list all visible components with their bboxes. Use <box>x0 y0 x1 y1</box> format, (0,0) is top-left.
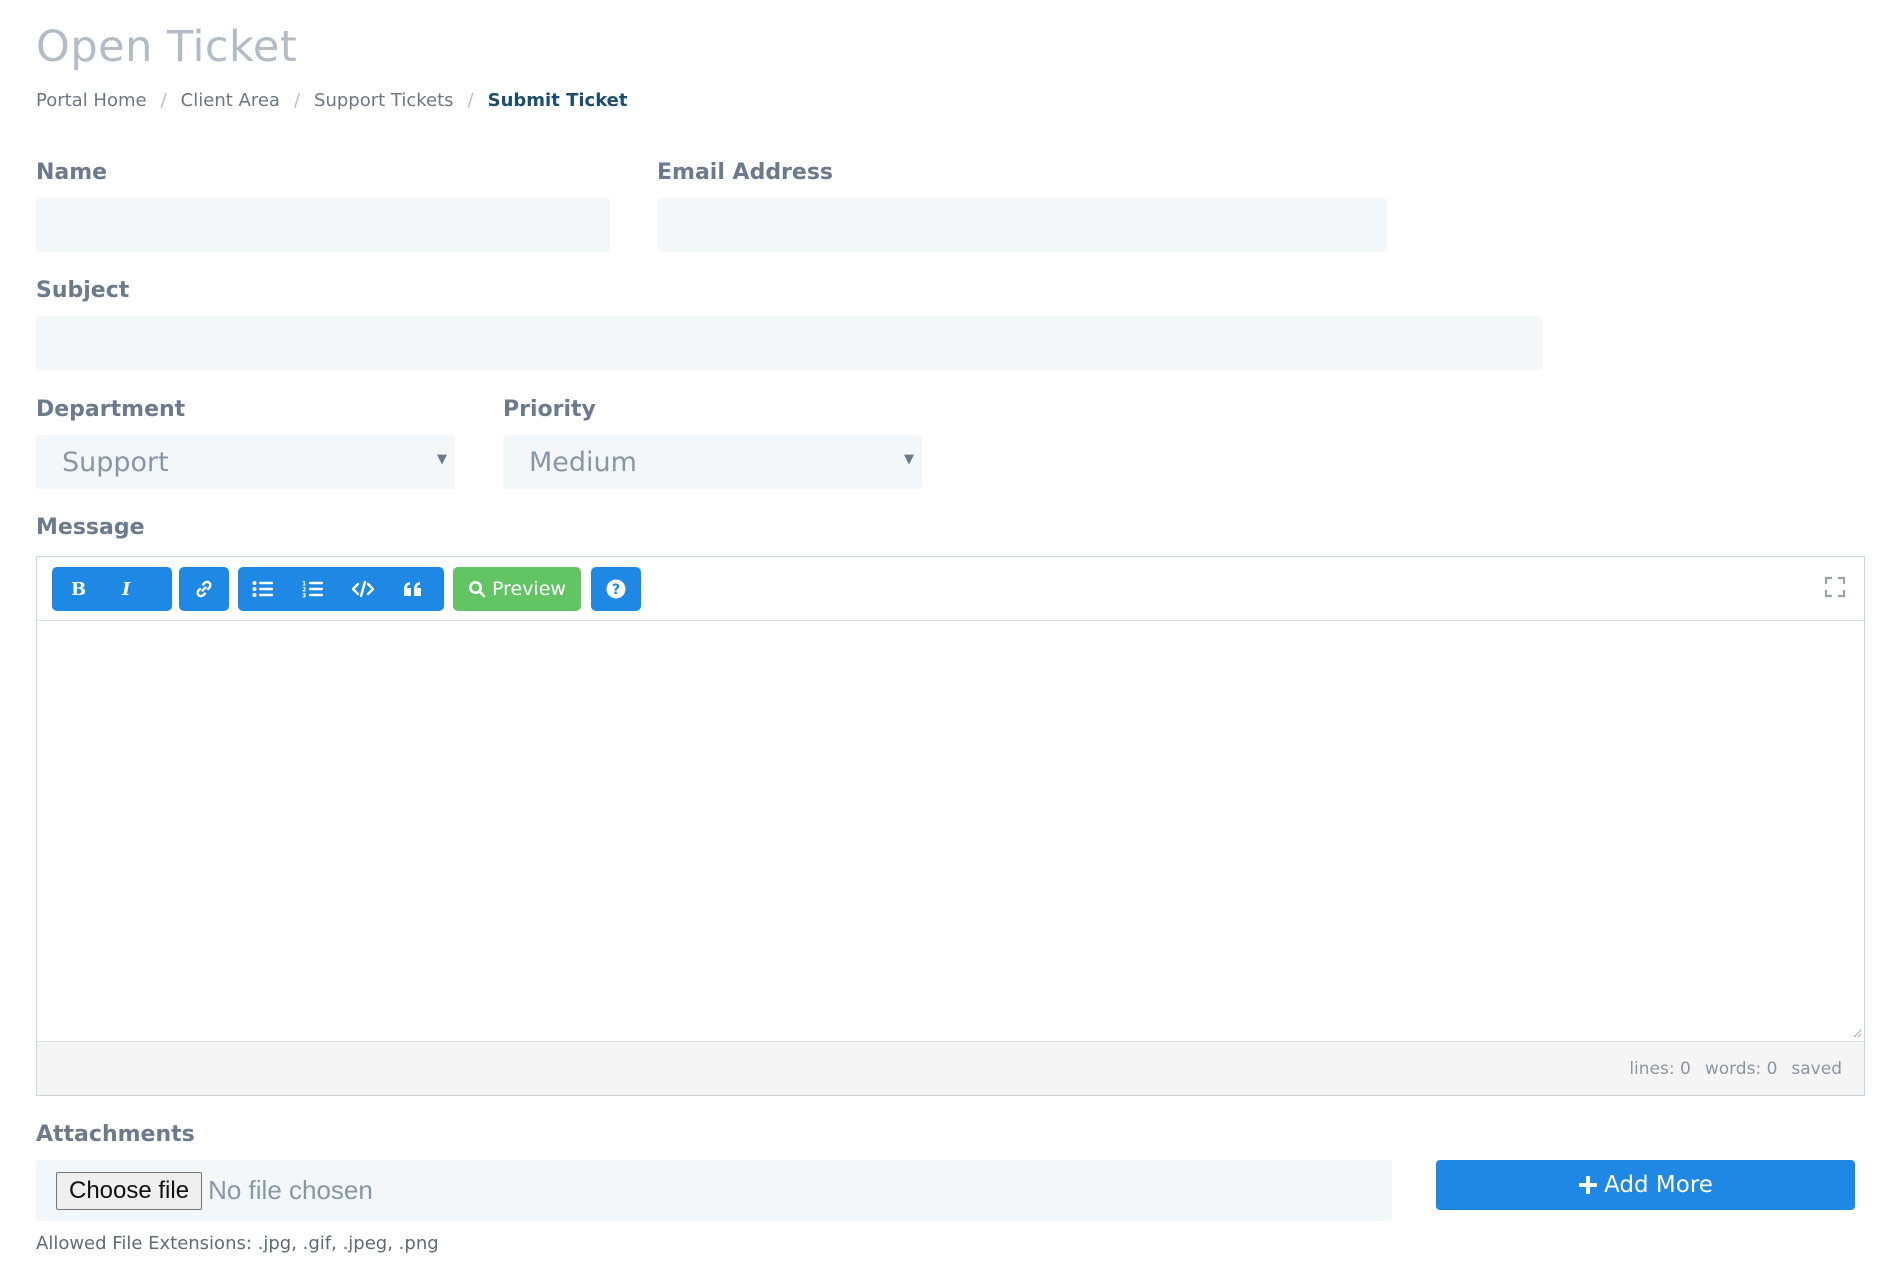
help-icon: ? <box>606 579 626 599</box>
priority-label: Priority <box>503 397 596 422</box>
breadcrumb: Portal Home / Client Area / Support Tick… <box>36 90 628 111</box>
breadcrumb-separator: / <box>293 90 301 111</box>
breadcrumb-support-tickets[interactable]: Support Tickets <box>314 90 454 111</box>
breadcrumb-separator: / <box>467 90 474 111</box>
svg-text:?: ? <box>612 582 620 598</box>
plus-icon <box>1579 1176 1598 1194</box>
preview-label: Preview <box>492 578 566 600</box>
editor-statusbar: lines: 0 words: 0 saved <box>37 1041 1864 1095</box>
allowed-extensions-text: Allowed File Extensions: .jpg, .gif, .jp… <box>36 1233 439 1254</box>
message-textarea[interactable] <box>37 621 1864 1042</box>
quote-button[interactable] <box>388 567 438 611</box>
add-more-label: Add More <box>1604 1172 1713 1198</box>
link-button-group <box>179 567 229 611</box>
message-label: Message <box>36 515 145 540</box>
subject-label: Subject <box>36 278 130 303</box>
words-count: words: 0 <box>1704 1058 1778 1079</box>
department-value: Support <box>62 446 169 478</box>
bold-button[interactable]: B <box>52 567 102 611</box>
department-label: Department <box>36 397 186 422</box>
italic-button[interactable]: I <box>102 567 152 611</box>
breadcrumb-client-area[interactable]: Client Area <box>181 90 280 111</box>
unordered-list-icon <box>252 581 273 597</box>
fullscreen-button[interactable] <box>1824 576 1846 602</box>
svg-text:3: 3 <box>302 593 306 599</box>
breadcrumb-portal-home[interactable]: Portal Home <box>36 90 147 111</box>
add-more-button[interactable]: Add More <box>1436 1160 1855 1210</box>
name-input[interactable] <box>36 198 610 252</box>
fullscreen-icon <box>1824 576 1846 598</box>
file-status-text: No file chosen <box>208 1175 373 1205</box>
priority-value: Medium <box>529 446 637 478</box>
email-input[interactable] <box>657 198 1387 252</box>
format-button-group: B I <box>52 567 172 611</box>
link-icon <box>196 580 212 598</box>
breadcrumb-separator: / <box>160 90 167 111</box>
resize-handle-icon[interactable] <box>1852 1028 1862 1038</box>
chevron-down-icon: ▼ <box>437 452 447 467</box>
attachments-label: Attachments <box>36 1122 195 1147</box>
subject-input[interactable] <box>36 316 1543 370</box>
link-button[interactable] <box>179 567 229 611</box>
page-title: Open Ticket <box>36 22 298 72</box>
choose-file-button[interactable]: Choose file <box>56 1171 203 1210</box>
ordered-list-button[interactable]: 1 2 3 <box>288 567 338 611</box>
search-icon <box>469 581 486 598</box>
file-input: Choose file No file chosen <box>36 1160 1392 1221</box>
help-button-group: ? <box>591 567 641 611</box>
editor-toolbar: B I 1 2 3 Preview ? <box>37 557 1864 621</box>
lines-count: lines: 0 <box>1629 1058 1691 1079</box>
svg-text:I: I <box>121 580 131 598</box>
name-label: Name <box>36 160 108 185</box>
code-button[interactable] <box>338 567 388 611</box>
autosave-status: saved <box>1791 1058 1842 1079</box>
quote-icon <box>404 582 421 596</box>
help-button[interactable]: ? <box>591 567 641 611</box>
bold-icon: B <box>71 580 85 598</box>
preview-button[interactable]: Preview <box>453 567 581 611</box>
markdown-editor: B I 1 2 3 Preview ? lines: 0 words: 0 sa… <box>36 556 1865 1096</box>
unordered-list-button[interactable] <box>238 567 288 611</box>
code-icon <box>351 580 375 598</box>
block-button-group: 1 2 3 <box>238 567 444 611</box>
priority-select[interactable]: Medium ▼ <box>503 435 922 489</box>
ordered-list-icon: 1 2 3 <box>302 581 323 599</box>
department-select[interactable]: Support ▼ <box>36 435 455 489</box>
chevron-down-icon: ▼ <box>904 452 914 467</box>
breadcrumb-submit-ticket: Submit Ticket <box>487 90 628 111</box>
email-label: Email Address <box>657 160 834 185</box>
italic-icon: I <box>121 580 131 598</box>
svg-text:B: B <box>71 580 85 598</box>
